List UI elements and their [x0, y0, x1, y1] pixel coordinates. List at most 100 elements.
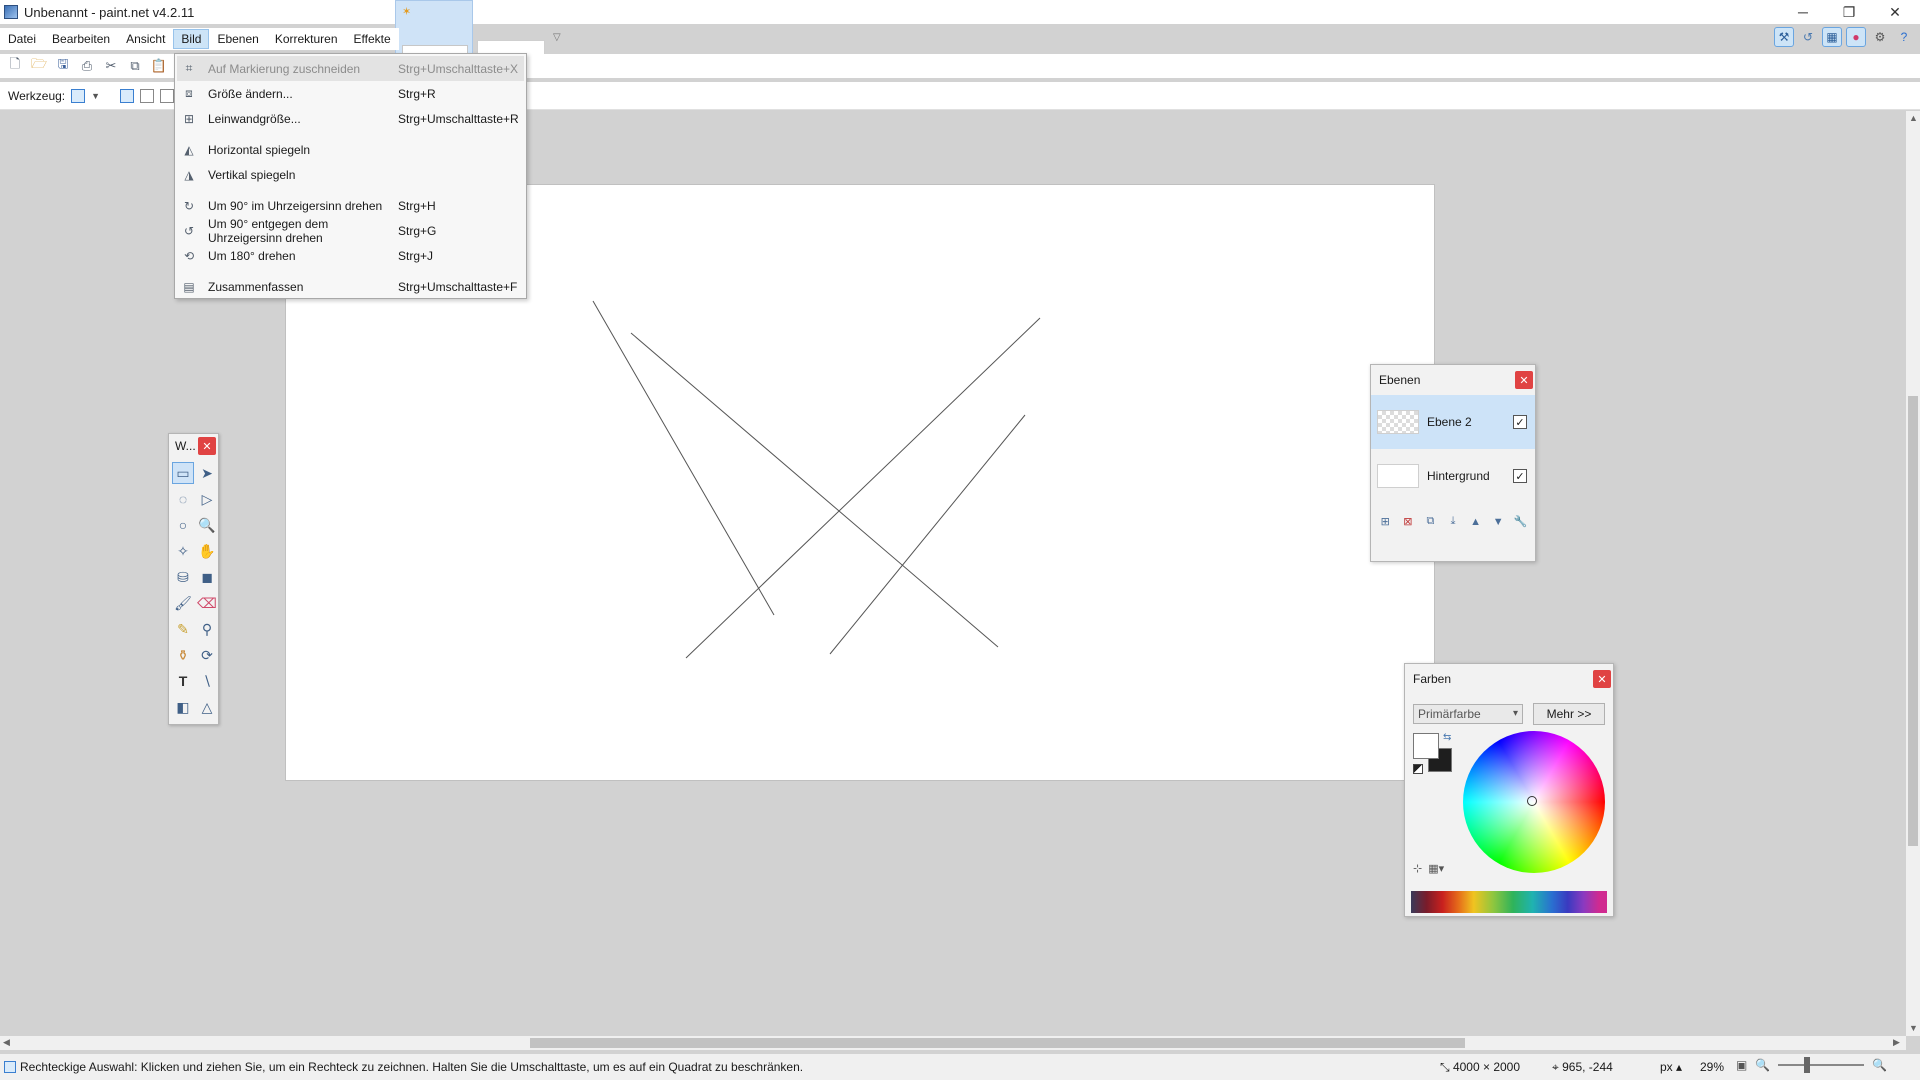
open-folder-icon[interactable]: 🗁 — [30, 56, 48, 75]
reset-colors-icon[interactable] — [1413, 764, 1423, 774]
zoom-tool-icon[interactable]: 🔍 — [196, 514, 218, 536]
window-title: Unbenannt - paint.net v4.2.11 — [24, 4, 195, 20]
text-tool-icon[interactable]: T — [172, 670, 194, 692]
layer-thumbnail — [1377, 464, 1419, 488]
pan-tool-icon[interactable]: ✋ — [196, 540, 218, 562]
chevron-down-icon: ▾ — [1512, 708, 1518, 719]
move-layer-down-icon[interactable]: ▼ — [1490, 513, 1507, 530]
layers-toggle-icon[interactable]: ▦ — [1822, 27, 1842, 47]
palette-menu-icon[interactable]: ▦▾ — [1428, 862, 1444, 875]
add-layer-icon[interactable]: ⊞ — [1377, 513, 1394, 530]
unit-select[interactable]: px ▴ — [1660, 1060, 1682, 1074]
new-file-icon[interactable]: 🗋 — [6, 56, 24, 75]
menu-item-rotate-180[interactable]: ⟲ Um 180° drehen Strg+J — [177, 243, 524, 268]
horizontal-scrollbar[interactable]: ◀ ▶ — [0, 1036, 1906, 1050]
help-icon[interactable]: ? — [1894, 27, 1914, 47]
paintbrush-tool-icon[interactable]: 🖌 — [172, 592, 194, 614]
zoom-level[interactable]: 29% — [1700, 1060, 1724, 1074]
vertical-scroll-thumb[interactable] — [1908, 396, 1918, 846]
maximize-button[interactable]: ❐ — [1826, 0, 1872, 24]
menu-korrekturen[interactable]: Korrekturen — [267, 29, 346, 49]
menu-item-horizontal-spiegeln[interactable]: ◭ Horizontal spiegeln — [177, 137, 524, 162]
minimize-button[interactable]: ─ — [1780, 0, 1826, 24]
move-layer-up-icon[interactable]: ▲ — [1467, 513, 1484, 530]
scroll-left-icon[interactable]: ◀ — [3, 1037, 10, 1048]
tools-close-icon[interactable]: ✕ — [198, 437, 216, 455]
tool-chevron-down-icon[interactable]: ▼ — [91, 91, 100, 101]
tools-toggle-icon[interactable]: ⚒ — [1774, 27, 1794, 47]
menu-bearbeiten[interactable]: Bearbeiten — [44, 29, 118, 49]
current-tool-icon[interactable] — [71, 88, 86, 103]
primary-color-swatch[interactable] — [1413, 733, 1439, 759]
zoom-slider-knob[interactable] — [1804, 1057, 1811, 1073]
menu-item-groesse-aendern[interactable]: ⧈ Größe ändern... Strg+R — [177, 81, 524, 106]
move-selected-tool-icon[interactable]: ➤ — [196, 462, 218, 484]
color-picker-tool-icon[interactable]: ⚲ — [196, 618, 218, 640]
layers-close-icon[interactable]: ✕ — [1515, 371, 1533, 389]
scroll-down-icon[interactable]: ▼ — [1909, 1023, 1918, 1033]
gradient-tool-icon[interactable]: ◼ — [196, 566, 218, 588]
layer-properties-icon[interactable]: 🔧 — [1512, 513, 1529, 530]
menu-ansicht[interactable]: Ansicht — [118, 29, 173, 49]
paint-bucket-tool-icon[interactable]: ⛁ — [172, 566, 194, 588]
scroll-up-icon[interactable]: ▲ — [1909, 113, 1918, 123]
save-icon[interactable]: 🖫 — [54, 56, 72, 75]
rectangle-select-tool-icon[interactable]: ▭ — [172, 462, 194, 484]
rotate-ccw-icon: ↺ — [183, 223, 195, 238]
colors-toggle-icon[interactable]: ● — [1846, 27, 1866, 47]
eraser-tool-icon[interactable]: ⌫ — [196, 592, 218, 614]
move-selection-tool-icon[interactable]: ▷ — [196, 488, 218, 510]
horizontal-scroll-thumb[interactable] — [530, 1038, 1465, 1048]
layer-row-hintergrund[interactable]: Hintergrund ✓ — [1371, 449, 1535, 503]
layer-row-ebene-2[interactable]: Ebene 2 ✓ — [1371, 395, 1535, 449]
add-palette-color-icon[interactable]: ⊹ — [1413, 862, 1422, 875]
menu-effekte[interactable]: Effekte — [346, 29, 399, 49]
duplicate-layer-icon[interactable]: ⧉ — [1422, 513, 1439, 530]
delete-layer-icon[interactable]: ⊠ — [1400, 513, 1417, 530]
zoom-fit-icon[interactable]: ▣ — [1736, 1058, 1747, 1072]
pencil-tool-icon[interactable]: ✎ — [172, 618, 194, 640]
layer-visibility-checkbox[interactable]: ✓ — [1513, 415, 1527, 429]
selection-mode-exclude-icon[interactable] — [160, 88, 175, 103]
colors-close-icon[interactable]: ✕ — [1593, 670, 1611, 688]
menu-item-zusammenfassen[interactable]: ▤ Zusammenfassen Strg+Umschalttaste+F — [177, 274, 524, 299]
zoom-out-icon[interactable]: 🔍 — [1755, 1058, 1770, 1072]
ellipse-select-tool-icon[interactable]: ○ — [172, 514, 194, 536]
crop-icon: ⌗ — [185, 61, 193, 75]
tab-list-chevron-down-icon[interactable]: ▽ — [553, 32, 561, 43]
menu-item-rotate-ccw[interactable]: ↺ Um 90° entgegen dem Uhrzeigersinn dreh… — [177, 217, 524, 245]
copy-icon[interactable]: ⧉ — [126, 57, 144, 75]
cut-icon[interactable]: ✂ — [102, 57, 120, 75]
color-mode-select[interactable]: Primärfarbe ▾ — [1413, 704, 1523, 724]
menu-item-vertikal-spiegeln[interactable]: ◮ Vertikal spiegeln — [177, 162, 524, 187]
menu-item-leinwandgroesse[interactable]: ⊞ Leinwandgröße... Strg+Umschalttaste+R — [177, 106, 524, 131]
color-palette-strip[interactable] — [1411, 891, 1607, 913]
menu-bild[interactable]: Bild — [173, 29, 210, 49]
clone-stamp-tool-icon[interactable]: ⚱ — [172, 644, 194, 666]
recolor-tool-icon[interactable]: ⟳ — [196, 644, 218, 666]
history-toggle-icon[interactable]: ↺ — [1798, 27, 1818, 47]
selection-mode-replace-icon[interactable] — [120, 88, 135, 103]
shapes-alt-tool-icon[interactable]: △ — [196, 696, 218, 718]
menu-item-rotate-cw[interactable]: ↻ Um 90° im Uhrzeigersinn drehen Strg+H — [177, 193, 524, 218]
menu-ebenen[interactable]: Ebenen — [209, 29, 266, 49]
menu-datei[interactable]: Datei — [0, 29, 44, 49]
zoom-slider[interactable] — [1778, 1057, 1865, 1073]
scroll-right-icon[interactable]: ▶ — [1893, 1037, 1900, 1048]
more-button[interactable]: Mehr >> — [1533, 703, 1605, 725]
layer-visibility-checkbox[interactable]: ✓ — [1513, 469, 1527, 483]
lasso-select-tool-icon[interactable]: ◌ — [172, 488, 194, 510]
menu-item-auf-markierung-zuschneiden[interactable]: ⌗ Auf Markierung zuschneiden Strg+Umscha… — [177, 56, 524, 81]
merge-layer-down-icon[interactable]: ⤓ — [1445, 513, 1462, 530]
selection-mode-union-icon[interactable] — [140, 88, 155, 103]
print-icon[interactable]: ⎙ — [78, 57, 96, 75]
line-curve-tool-icon[interactable]: ∖ — [196, 670, 218, 692]
swap-colors-icon[interactable]: ⇆ — [1443, 732, 1451, 743]
settings-gear-icon[interactable]: ⚙ — [1870, 27, 1890, 47]
close-button[interactable]: ✕ — [1872, 0, 1918, 24]
magic-wand-tool-icon[interactable]: ✧ — [172, 540, 194, 562]
zoom-in-icon[interactable]: 🔍 — [1872, 1058, 1887, 1072]
vertical-scrollbar[interactable]: ▲ ▼ — [1906, 111, 1920, 1036]
paste-icon[interactable]: 📋 — [150, 57, 168, 75]
shapes-tool-icon[interactable]: ◧ — [172, 696, 194, 718]
